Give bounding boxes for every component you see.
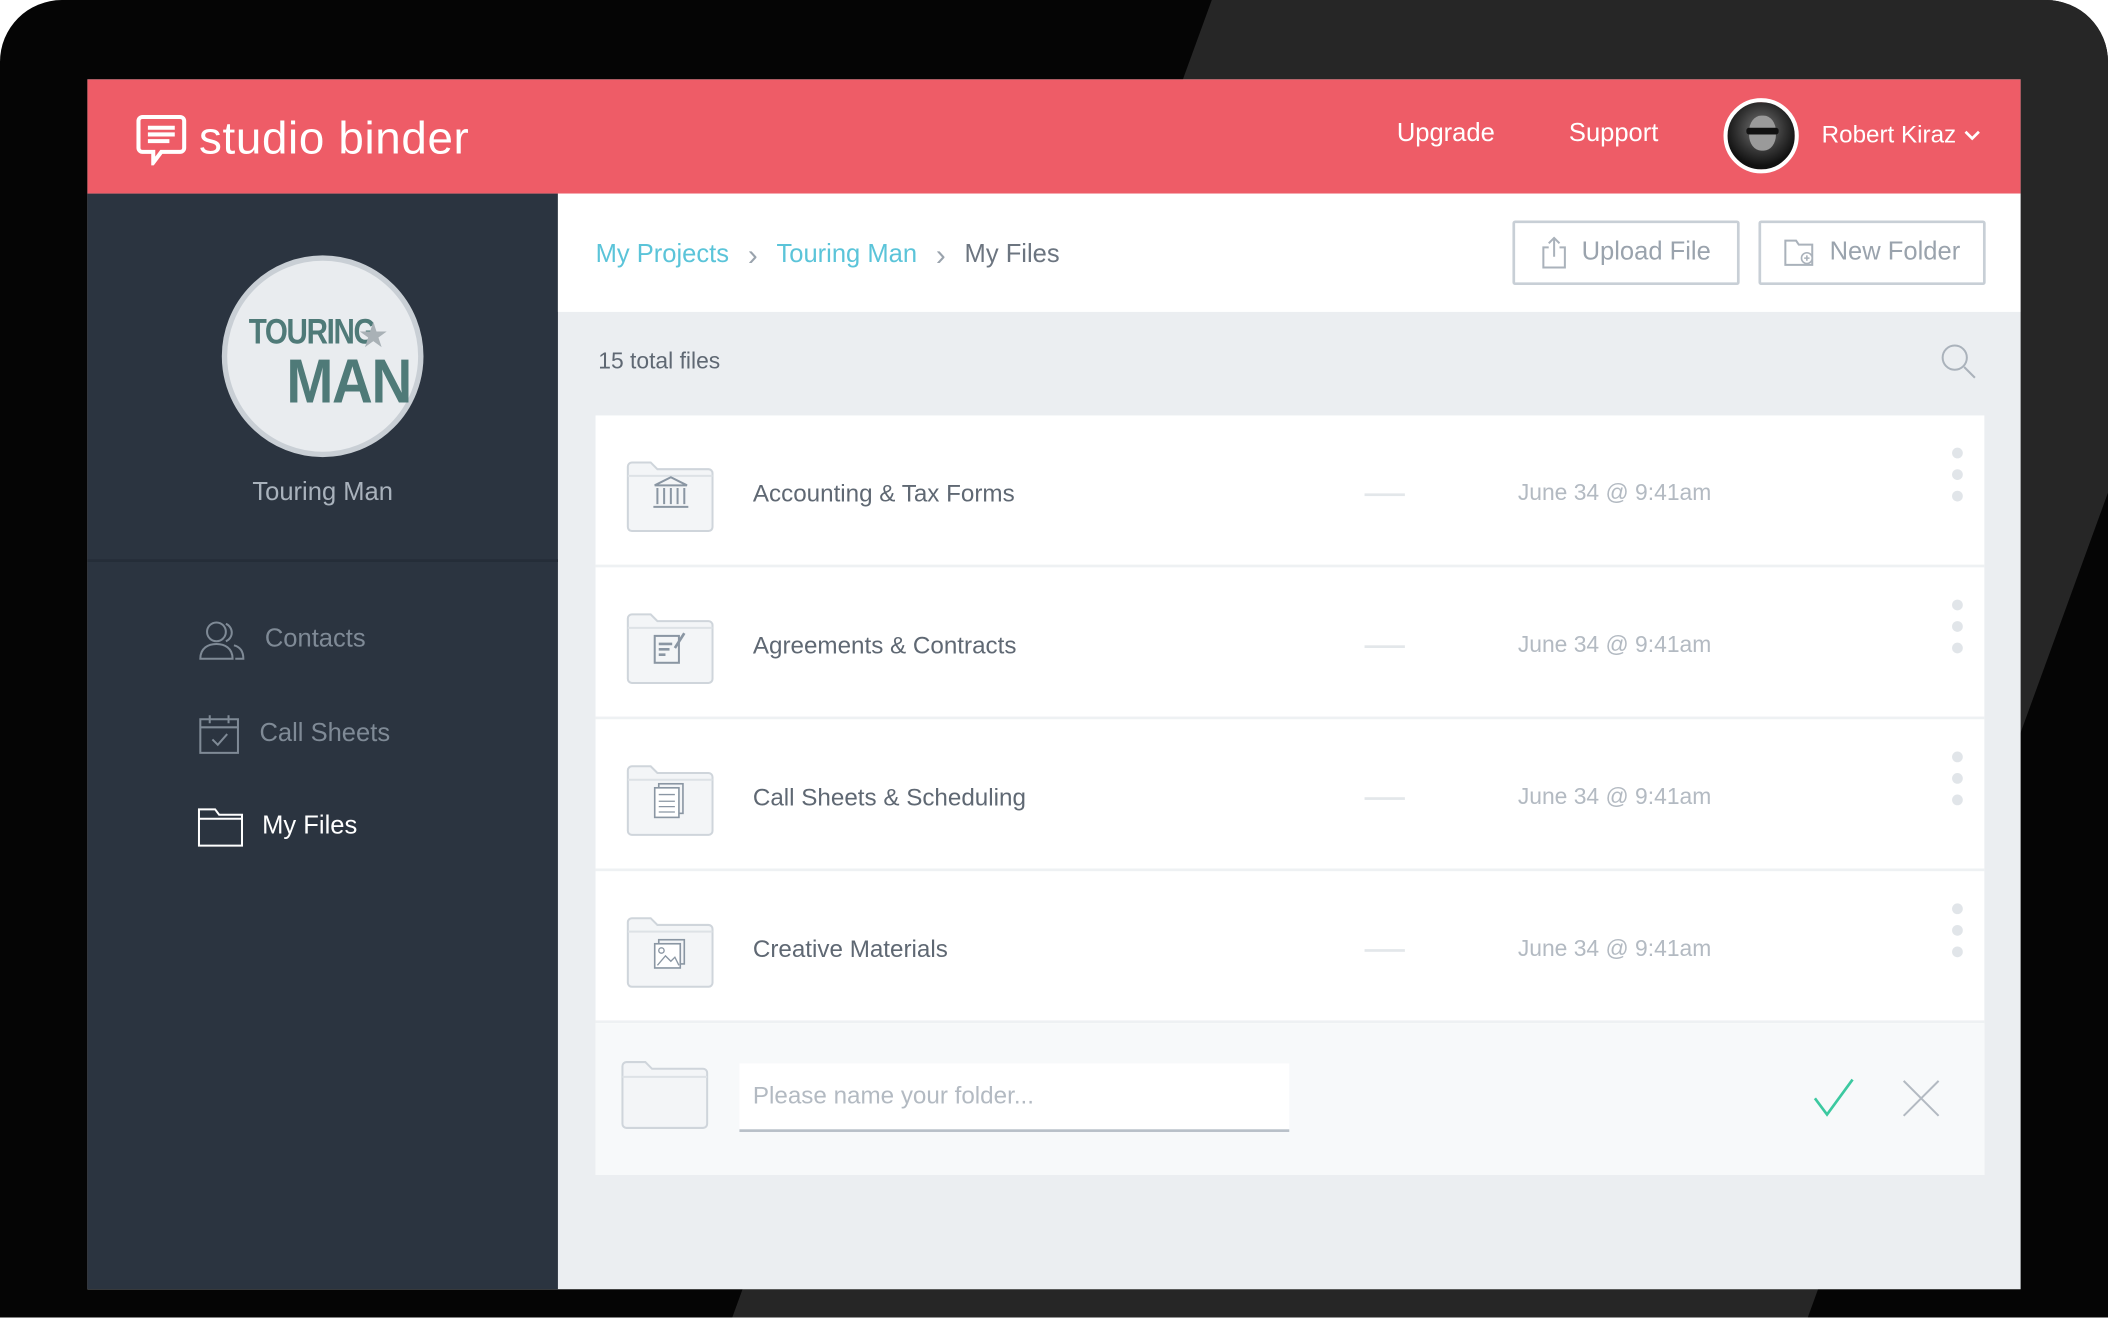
file-size: — [1364,493,1405,497]
sidebar-item-my-files[interactable]: My Files [197,807,358,847]
file-row[interactable]: Call Sheets & Scheduling — June 34 @ 9:4… [595,719,1985,872]
contacts-icon [199,621,245,660]
folder-thumbnail [626,613,714,684]
image-icon [653,938,686,969]
search-icon[interactable] [1940,343,1978,381]
breadcrumb: My Projects › Touring Man › My Files [596,238,1060,273]
folder-thumbnail [626,917,714,988]
sidebar-item-label: Call Sheets [259,719,391,748]
new-folder-button[interactable]: New Folder [1758,220,1986,286]
more-options-icon[interactable] [1952,599,1963,654]
new-folder-icon [1784,239,1814,266]
breadcrumb-touring-man[interactable]: Touring Man [776,241,917,271]
file-row[interactable]: Agreements & Contracts — June 34 @ 9:41a… [595,567,1985,720]
file-list: Accounting & Tax Forms — June 34 @ 9:41a… [595,415,1985,1175]
project-name: Touring Man [252,478,393,507]
support-link[interactable]: Support [1569,120,1658,150]
file-size: — [1364,797,1405,800]
sidebar-item-label: My Files [262,812,358,841]
project-profile: TOURING ★ MAN Touring Man [87,194,558,562]
toolbar: My Projects › Touring Man › My Files Upl… [557,193,2021,312]
file-size: — [1364,645,1405,648]
file-name[interactable]: Agreements & Contracts [753,632,1017,660]
chat-bubble-logo-icon [136,114,187,166]
file-date: June 34 @ 9:41am [1517,783,1712,810]
file-name[interactable]: Creative Materials [753,936,948,964]
project-logo: TOURING ★ MAN [221,255,424,458]
file-row[interactable]: Accounting & Tax Forms — June 34 @ 9:41a… [595,415,1985,568]
total-files-count: 15 total files [598,348,721,374]
user-avatar[interactable] [1723,98,1799,174]
file-date: June 34 @ 9:41am [1517,479,1712,506]
breadcrumb-my-projects[interactable]: My Projects [596,241,729,271]
upload-icon [1542,236,1567,269]
app-screen: studio binder Upgrade Support Robert Kir… [87,79,2021,1290]
top-header: studio binder Upgrade Support Robert Kir… [87,79,2021,194]
new-folder-label: New Folder [1829,237,1961,267]
more-options-icon[interactable] [1952,447,1963,502]
upload-file-label: Upload File [1581,237,1711,267]
more-options-icon[interactable] [1952,751,1963,806]
folder-thumbnail [626,461,714,533]
document-stack-icon [653,782,684,819]
logo-text: studio binder [198,112,470,164]
breadcrumb-current: My Files [964,240,1060,269]
logo-word-man: MAN [286,346,412,416]
sidebar: TOURING ★ MAN Touring Man Contacts Call … [87,193,558,1290]
sidebar-item-label: Contacts [264,625,366,654]
file-date: June 34 @ 9:41am [1517,935,1712,962]
new-folder-row [595,1023,1985,1175]
file-row[interactable]: Creative Materials — June 34 @ 9:41am [595,871,1985,1024]
folder-name-input[interactable] [739,1063,1290,1132]
upgrade-link[interactable]: Upgrade [1397,120,1495,150]
more-options-icon[interactable] [1952,903,1963,958]
file-name[interactable]: Call Sheets & Scheduling [753,784,1026,812]
folder-thumbnail [626,765,714,836]
file-date: June 34 @ 9:41am [1517,631,1712,658]
cancel-x-icon[interactable] [1902,1080,1940,1118]
chevron-right-icon: › [747,237,758,272]
calendar-check-icon [199,715,239,754]
upload-file-button[interactable]: Upload File [1512,220,1740,286]
chevron-right-icon: › [935,237,946,272]
user-menu[interactable]: Robert Kiraz [1822,121,1981,149]
file-name[interactable]: Accounting & Tax Forms [753,480,1015,508]
user-name: Robert Kiraz [1821,120,1957,148]
studio-binder-logo[interactable]: studio binder [134,112,469,166]
confirm-check-icon[interactable] [1812,1077,1855,1117]
folder-icon [197,808,243,847]
chevron-down-icon [1964,130,1980,140]
file-size: — [1364,949,1405,952]
sidebar-item-call-sheets[interactable]: Call Sheets [198,713,390,756]
empty-folder-icon [621,1061,709,1129]
sidebar-item-contacts[interactable]: Contacts [198,618,366,661]
